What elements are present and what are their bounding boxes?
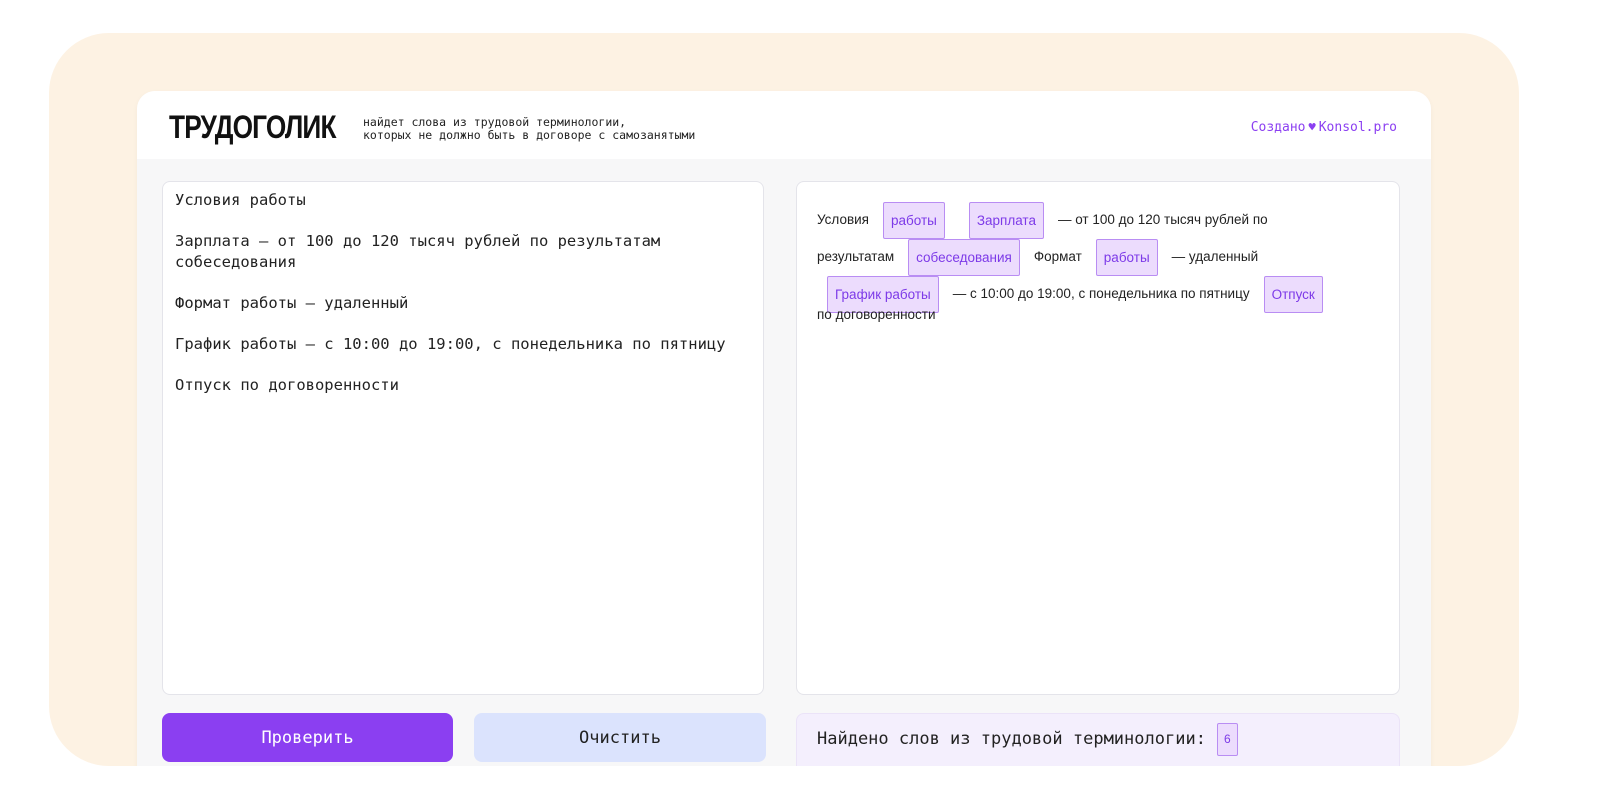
check-button[interactable]: Проверить [162, 713, 453, 762]
header: ТРУДОГОЛИК найдет слова из трудовой терм… [137, 91, 1431, 159]
preview-text-segment: — с 10:00 до 19:00, с понедельника по пя… [952, 286, 1250, 302]
preview-text-segment: Формат [1033, 249, 1082, 265]
credit-link[interactable]: Создано ♥ Konsol.pro [1251, 120, 1397, 135]
app-card: ТРУДОГОЛИК найдет слова из трудовой терм… [137, 91, 1431, 766]
app-logo: ТРУДОГОЛИК [169, 109, 336, 145]
editor-line: Условия работы [175, 191, 306, 209]
preview-text: Условия работы Зарплата — от 100 до 120 тыс… [817, 202, 1379, 313]
contract-text-input[interactable]: Условия работы Зарплата — от 100 до 120 … [162, 181, 764, 695]
highlighted-term: работы [1095, 239, 1158, 276]
highlighted-term: Зарплата [968, 202, 1044, 239]
preview-text-segment: — от 100 до 120 тысяч рублей по [1057, 212, 1268, 228]
highlighted-preview: Условия работы Зарплата — от 100 до 120 тыс… [796, 181, 1400, 695]
app-tagline: найдет слова из трудовой терминологии, к… [363, 116, 695, 141]
page-frame: ТРУДОГОЛИК найдет слова из трудовой терм… [49, 33, 1519, 766]
credit-site[interactable]: Konsol.pro [1319, 120, 1397, 135]
editor-line: Формат работы — удаленный [175, 293, 409, 312]
preview-text-segment: Условия [817, 212, 869, 228]
result-panel: Найдено слов из трудовой терминологии: 6 [796, 713, 1400, 766]
clear-button[interactable]: Очистить [474, 713, 766, 762]
tagline-line-1: найдет слова из трудовой терминологии, [363, 115, 627, 129]
highlighted-term: собеседования [908, 239, 1020, 276]
heart-icon: ♥ [1308, 120, 1316, 134]
highlighted-term: Отпуск [1263, 276, 1323, 313]
found-count-badge: 6 [1216, 723, 1238, 756]
highlighted-term: работы [882, 202, 945, 239]
tagline-line-2: которых не должно быть в договоре с само… [363, 127, 696, 142]
preview-text-segment: результатам [817, 249, 895, 265]
result-label: Найдено слов из трудовой терминологии: [817, 729, 1206, 749]
editor-line: Отпуск по договоренности [175, 375, 399, 394]
editor-line: График работы — с 10:00 до 19:00, с поне… [175, 334, 726, 353]
preview-text-segment: — удаленный [1171, 249, 1259, 265]
credit-prefix: Создано [1250, 120, 1306, 135]
editor-line: Зарплата — от 100 до 120 тысяч рублей по… [175, 232, 661, 271]
